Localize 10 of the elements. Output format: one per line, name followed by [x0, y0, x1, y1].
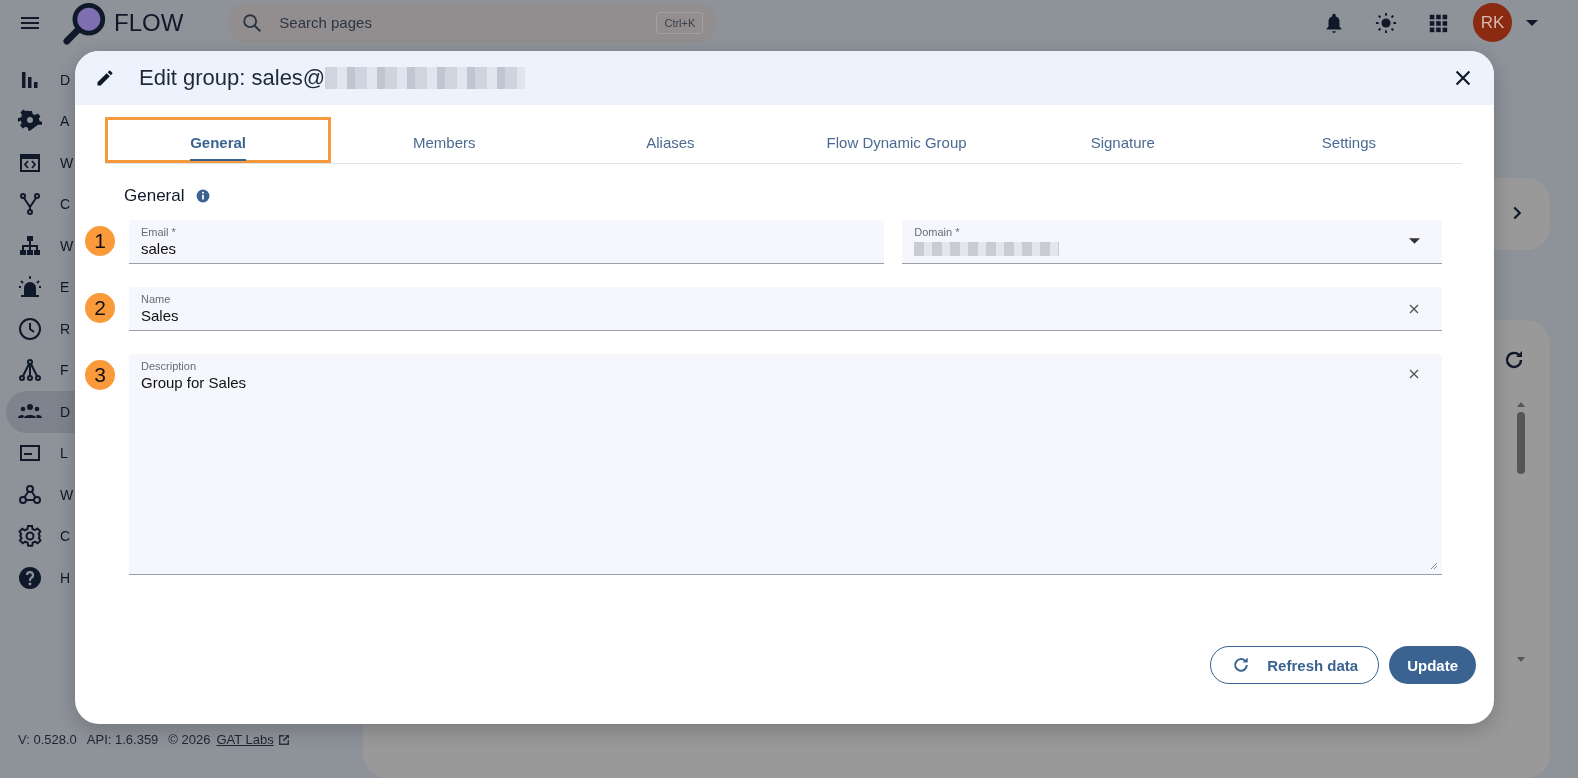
app-name: FLOW [114, 8, 184, 37]
section-title: General [124, 186, 185, 206]
number-marker: 1 [85, 226, 115, 256]
number-marker: 3 [85, 360, 115, 390]
api-version-text: API: 1.6.359 [86, 732, 159, 747]
version-text: V: 0.528.0 [18, 732, 77, 747]
number-marker: 2 [85, 293, 115, 323]
copyright-text: © 2026 [168, 732, 211, 747]
keyboard-shortcut: Ctrl+K [656, 11, 704, 34]
dialog-title: Edit group: sales@ [139, 65, 326, 91]
